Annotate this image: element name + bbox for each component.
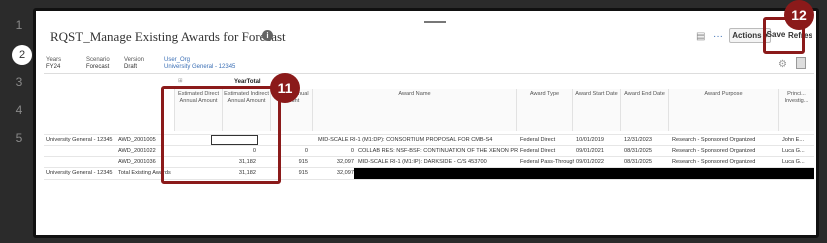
row-pi: Luca G... — [782, 148, 805, 154]
callout-badge-12: 12 — [784, 0, 814, 30]
pov-value: Forecast — [86, 64, 110, 70]
form-window: RQST_Manage Existing Awards for Forecast… — [33, 8, 819, 238]
row-start: 10/01/2019 — [576, 137, 604, 143]
pov-label: Version — [124, 57, 145, 63]
row-award-name: COLLAB RES: NSF-BSF: CONTINUATION OF THE… — [358, 148, 518, 154]
divider — [44, 73, 814, 74]
row-start: 09/01/2021 — [576, 148, 604, 154]
pov-years[interactable]: Years FY24 — [46, 57, 61, 70]
row-purpose: Research - Sponsored Organized — [672, 137, 756, 143]
drag-handle[interactable] — [424, 21, 446, 23]
callout-badge-11: 11 — [270, 73, 300, 103]
pov-user-org[interactable]: User_Org University General - 12345 — [164, 57, 235, 70]
row-end: 08/31/2025 — [624, 148, 652, 154]
vertical-scrollbar[interactable] — [816, 77, 819, 227]
gear-icon[interactable]: ⚙ — [778, 59, 787, 70]
pov-scenario[interactable]: Scenario Forecast — [86, 57, 110, 70]
col-header[interactable]: Award Type — [516, 89, 572, 131]
panel-icon[interactable] — [796, 57, 806, 69]
row-start: 09/01/2022 — [576, 159, 604, 165]
row-purpose: Research - Sponsored Organized — [672, 159, 756, 165]
more-icon[interactable]: ··· — [713, 31, 723, 42]
row-divider — [44, 179, 814, 180]
col-header[interactable]: Award Name — [312, 89, 516, 131]
col-header[interactable]: Award Start Date — [572, 89, 620, 131]
row-award-type: Federal Direct — [520, 137, 556, 143]
row-org: University General - 12345 — [46, 137, 113, 143]
row-end: 08/31/2025 — [624, 159, 652, 165]
data-grid: ⊞ YearTotal Estimated Direct Annual Amou… — [44, 77, 814, 227]
pov-version[interactable]: Version Draft — [124, 57, 144, 70]
row-pi: John E... — [782, 137, 805, 143]
row-award-name: MID-SCALE RI-1 (M1:DP): CONSORTIUM PROPO… — [318, 137, 493, 143]
pov-value: FY24 — [46, 64, 61, 70]
year-header-row: ⊞ YearTotal — [44, 77, 814, 87]
col-header[interactable]: Award Purpose — [668, 89, 778, 131]
info-icon[interactable]: i — [262, 30, 273, 41]
redacted-bar — [354, 168, 814, 179]
actions-label: Actions — [732, 31, 762, 40]
message-icon[interactable]: ▤ — [696, 31, 705, 42]
col-header[interactable]: Award End Date — [620, 89, 668, 131]
row-total: 32,097 — [336, 170, 354, 176]
callout-highlight-grid — [161, 86, 281, 184]
row-award-type: Federal Direct — [520, 148, 556, 154]
scrollbar-thumb[interactable] — [816, 101, 819, 131]
row-purpose: Research - Sponsored Organized — [672, 148, 756, 154]
step-2-active[interactable]: 2 — [12, 45, 32, 65]
row-pi: Luca G... — [782, 159, 805, 165]
pov-value: University General - 12345 — [164, 64, 236, 70]
row-end: 12/31/2023 — [624, 137, 652, 143]
year-total-header: YearTotal — [234, 79, 261, 85]
col-header[interactable]: Princi... Investig... — [778, 89, 814, 131]
page-title: RQST_Manage Existing Awards for Forecast — [50, 29, 286, 44]
pov-label: Scenario — [86, 57, 110, 63]
row-award-type: Federal Pass-Through — [520, 159, 574, 165]
pov-label: User_Org — [164, 57, 191, 63]
pov-value: Draft — [124, 64, 138, 70]
row-org: University General - 12345 — [46, 170, 113, 176]
expand-icon[interactable]: ⊞ — [178, 78, 183, 84]
pov-label: Years — [46, 57, 62, 63]
row-award-name: MID-SCALE RI-1 (M1:IP): DARKSIDE - C/S 4… — [358, 159, 487, 165]
